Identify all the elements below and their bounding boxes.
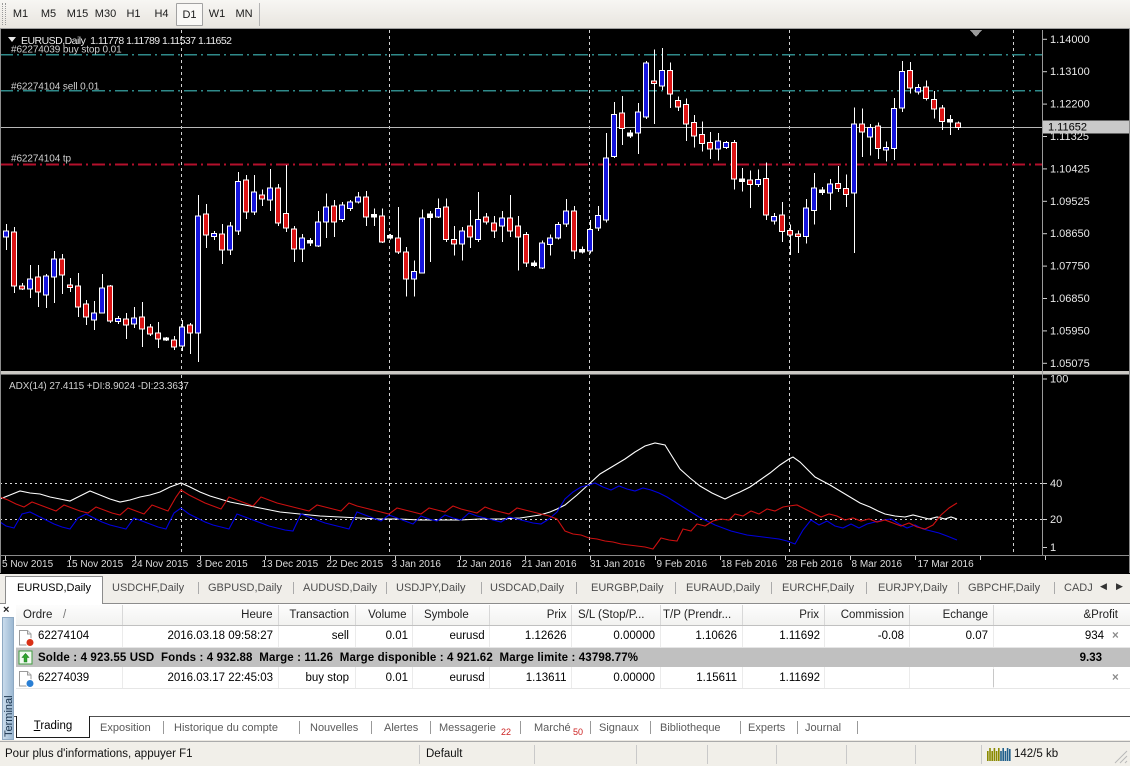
svg-text:17 Mar 2016: 17 Mar 2016 <box>918 559 975 570</box>
svg-text:1.08650: 1.08650 <box>1050 228 1090 240</box>
svg-text:1.07750: 1.07750 <box>1050 261 1090 273</box>
svg-text:18 Feb 2016: 18 Feb 2016 <box>721 559 778 570</box>
svg-text:1.06850: 1.06850 <box>1050 293 1090 305</box>
svg-text:12 Jan 2016: 12 Jan 2016 <box>457 559 512 570</box>
svg-text:1.05075: 1.05075 <box>1050 358 1090 370</box>
svg-text:5 Nov 2015: 5 Nov 2015 <box>2 559 54 570</box>
svg-text:1.12200: 1.12200 <box>1050 99 1090 111</box>
svg-text:#62274104 tp: #62274104 tp <box>11 154 72 165</box>
svg-text:24 Nov 2015: 24 Nov 2015 <box>132 559 189 570</box>
svg-text:9 Feb 2016: 9 Feb 2016 <box>657 559 708 570</box>
svg-text:1.09525: 1.09525 <box>1050 196 1090 208</box>
svg-text:1.05950: 1.05950 <box>1050 325 1090 337</box>
svg-text:1: 1 <box>1050 542 1056 554</box>
svg-text:1.11652: 1.11652 <box>1048 122 1087 134</box>
svg-text:20: 20 <box>1050 514 1062 526</box>
svg-text:40: 40 <box>1050 478 1062 490</box>
svg-text:#62274104 sell 0.01: #62274104 sell 0.01 <box>11 82 100 93</box>
svg-text:ADX(14) 27.4115 +DI:8.9024 -DI: ADX(14) 27.4115 +DI:8.9024 -DI:23.3637 <box>9 381 189 392</box>
svg-text:100: 100 <box>1050 374 1068 386</box>
svg-text:3 Dec 2015: 3 Dec 2015 <box>197 559 249 570</box>
svg-text:22 Dec 2015: 22 Dec 2015 <box>327 559 384 570</box>
svg-text:15 Nov 2015: 15 Nov 2015 <box>67 559 124 570</box>
svg-text:3 Jan 2016: 3 Jan 2016 <box>392 559 442 570</box>
svg-text:21 Jan 2016: 21 Jan 2016 <box>522 559 577 570</box>
svg-text:1.13100: 1.13100 <box>1050 66 1090 78</box>
svg-text:#62274039 buy stop 0.01: #62274039 buy stop 0.01 <box>11 45 122 56</box>
svg-text:13 Dec 2015: 13 Dec 2015 <box>262 559 319 570</box>
svg-text:1.14000: 1.14000 <box>1050 34 1090 46</box>
svg-text:1.10425: 1.10425 <box>1050 163 1090 175</box>
svg-text:28 Feb 2016: 28 Feb 2016 <box>787 559 844 570</box>
svg-text:8 Mar 2016: 8 Mar 2016 <box>852 559 903 570</box>
svg-text:31 Jan 2016: 31 Jan 2016 <box>590 559 645 570</box>
